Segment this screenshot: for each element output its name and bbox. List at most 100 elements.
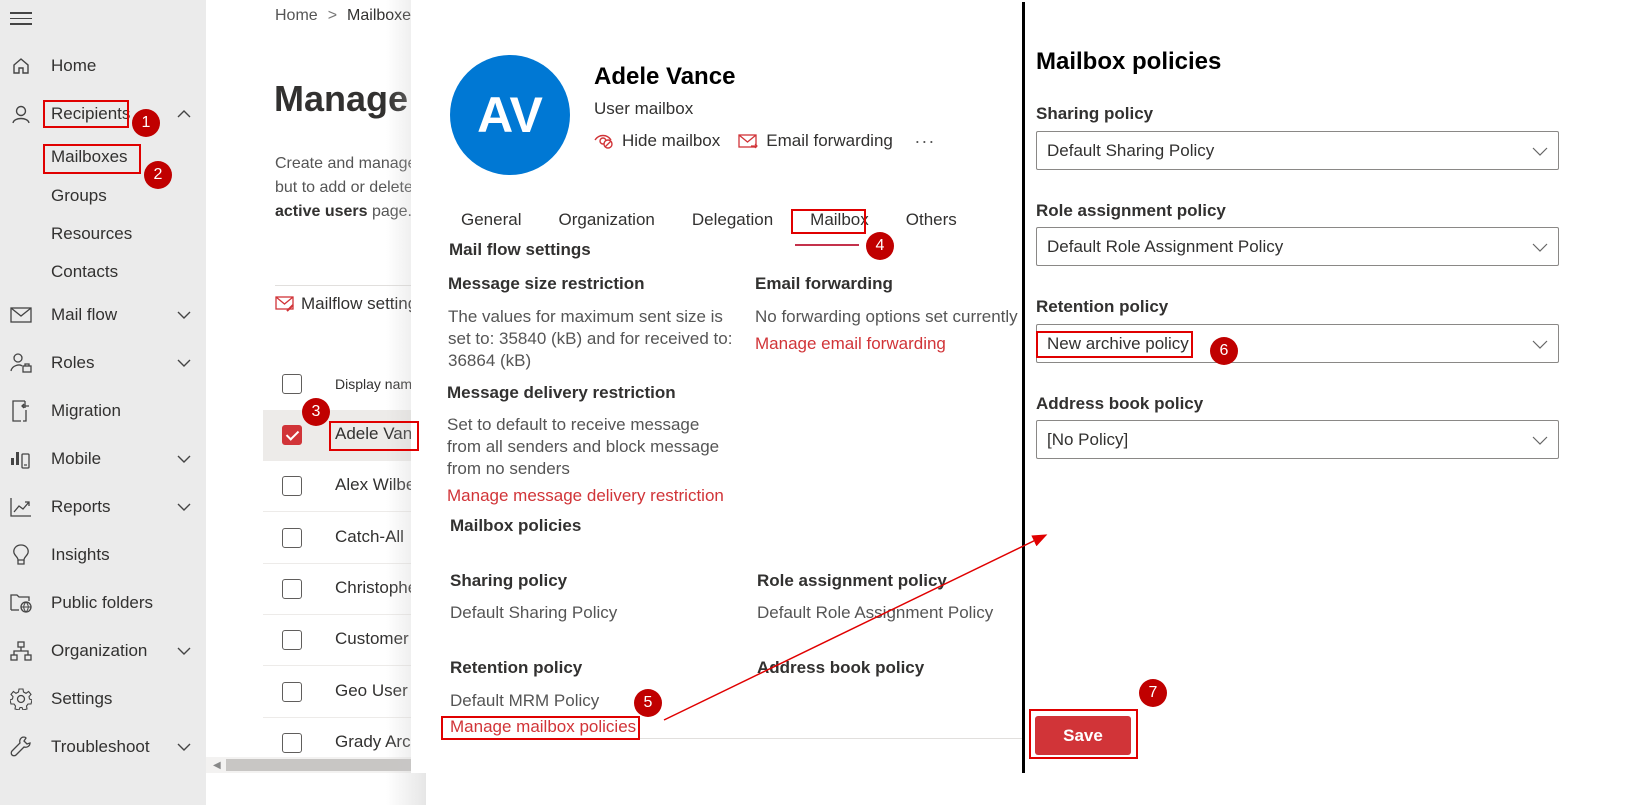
role-assignment-label: Role assignment policy	[757, 571, 947, 590]
chevron-down-icon	[1532, 436, 1548, 445]
row-checkbox[interactable]	[282, 425, 302, 445]
row-checkbox[interactable]	[282, 682, 302, 702]
user-name: Adele Vance	[594, 63, 736, 90]
retention-policy-dropdown[interactable]: New archive policy	[1036, 324, 1559, 363]
organization-icon	[10, 640, 32, 662]
step-badge-5: 5	[634, 689, 662, 717]
sidebar-subitem-groups[interactable]: Groups	[51, 186, 107, 206]
tab-others[interactable]: Others	[906, 210, 957, 230]
message-size-label: Message size restriction	[448, 274, 645, 293]
sharing-policy-dropdown[interactable]: Default Sharing Policy	[1036, 131, 1559, 170]
row-checkbox[interactable]	[282, 528, 302, 548]
address-book-label: Address book policy	[757, 658, 925, 677]
more-options-icon[interactable]: ...	[915, 127, 936, 148]
chevron-down-icon[interactable]	[176, 739, 192, 755]
chevron-down-icon[interactable]	[176, 355, 192, 371]
manage-message-delivery-link[interactable]: Manage message delivery restriction	[447, 486, 724, 506]
mobile-icon	[10, 448, 32, 470]
sidebar-item-label: Home	[51, 56, 97, 75]
sidebar-item-troubleshoot[interactable]: Troubleshoot	[0, 727, 206, 767]
sidebar-item-label: Troubleshoot	[51, 737, 150, 756]
sidebar: Home Recipients Mailboxes Groups Resourc…	[0, 0, 206, 805]
hide-icon	[594, 134, 613, 149]
public-folder-icon	[10, 592, 32, 614]
scroll-left-icon[interactable]: ◀	[213, 760, 221, 771]
mailbox-details-panel: AV Adele Vance User mailbox Hide mailbox…	[411, 0, 1024, 773]
row-checkbox[interactable]	[282, 579, 302, 599]
breadcrumb-home[interactable]: Home	[275, 7, 318, 24]
chevron-down-icon[interactable]	[176, 499, 192, 515]
breadcrumb-separator-icon: >	[327, 7, 338, 24]
mail-settings-icon	[275, 296, 294, 312]
email-forwarding-button[interactable]: Email forwarding	[738, 131, 893, 151]
retention-policy-label: Retention policy	[1036, 297, 1169, 316]
sidebar-item-label: Organization	[51, 641, 148, 660]
home-icon	[10, 55, 32, 77]
sidebar-item-mail-flow[interactable]: Mail flow	[0, 295, 206, 335]
tab-general[interactable]: General	[461, 210, 521, 230]
sharing-policy-label: Sharing policy	[1036, 104, 1154, 123]
user-type: User mailbox	[594, 99, 694, 118]
sidebar-item-label: Migration	[51, 401, 121, 420]
sidebar-item-public-folders[interactable]: Public folders	[0, 583, 206, 623]
sidebar-item-label: Public folders	[51, 593, 154, 612]
sidebar-item-insights[interactable]: Insights	[0, 535, 206, 575]
row-checkbox[interactable]	[282, 733, 302, 753]
role-assignment-value: Default Role Assignment Policy	[757, 603, 994, 622]
hide-mailbox-label: Hide mailbox	[622, 131, 721, 150]
sidebar-subitem-contacts[interactable]: Contacts	[51, 262, 118, 282]
sidebar-item-label: Recipients	[51, 104, 131, 123]
avatar: AV	[450, 55, 570, 175]
mail-icon	[10, 304, 32, 326]
email-forwarding-text: No forwarding options set currently	[755, 307, 1018, 326]
gear-icon	[10, 688, 32, 710]
person-icon	[10, 103, 32, 125]
chevron-down-icon[interactable]	[176, 643, 192, 659]
sidebar-item-recipients[interactable]: Recipients	[0, 94, 206, 134]
step-badge-6: 6	[1210, 337, 1238, 365]
chevron-down-icon[interactable]	[176, 451, 192, 467]
email-forwarding-label: Email forwarding	[766, 131, 893, 150]
sidebar-subitem-mailboxes[interactable]: Mailboxes	[51, 147, 128, 167]
sidebar-subitem-resources[interactable]: Resources	[51, 224, 132, 244]
active-tab-indicator	[795, 244, 859, 246]
manage-mailbox-policies-link[interactable]: Manage mailbox policies	[450, 717, 636, 737]
sidebar-item-mobile[interactable]: Mobile	[0, 439, 206, 479]
sidebar-item-reports[interactable]: Reports	[0, 487, 206, 527]
tab-delegation[interactable]: Delegation	[692, 210, 773, 230]
sidebar-item-migration[interactable]: Migration	[0, 391, 206, 431]
tab-list: General Organization Delegation Mailbox …	[461, 210, 994, 230]
row-checkbox[interactable]	[282, 476, 302, 496]
hamburger-menu-icon[interactable]	[10, 8, 32, 26]
save-button[interactable]: Save	[1035, 716, 1131, 755]
roles-icon	[10, 352, 32, 374]
select-all-checkbox[interactable]	[282, 374, 302, 394]
chevron-down-icon	[1532, 147, 1548, 156]
mailbox-policies-heading: Mailbox policies	[450, 516, 582, 535]
sidebar-item-organization[interactable]: Organization	[0, 631, 206, 671]
sidebar-item-roles[interactable]: Roles	[0, 343, 206, 383]
panel-actions: Hide mailbox Email forwarding ...	[594, 127, 936, 151]
mailbox-policies-panel: Mailbox policies Sharing policy Default …	[1025, 0, 1632, 805]
chevron-up-icon[interactable]	[176, 106, 192, 122]
sidebar-item-label: Mobile	[51, 449, 102, 468]
sidebar-item-home[interactable]: Home	[0, 46, 206, 86]
row-checkbox[interactable]	[282, 630, 302, 650]
step-badge-2: 2	[144, 161, 172, 189]
dropdown-value: Default Role Assignment Policy	[1047, 237, 1284, 256]
role-assignment-dropdown[interactable]: Default Role Assignment Policy	[1036, 227, 1559, 266]
chevron-down-icon[interactable]	[176, 307, 192, 323]
sidebar-item-label: Mail flow	[51, 305, 118, 324]
message-delivery-label: Message delivery restriction	[447, 383, 676, 402]
email-forwarding-label: Email forwarding	[755, 274, 893, 293]
tab-mailbox[interactable]: Mailbox	[810, 210, 869, 230]
tab-organization[interactable]: Organization	[558, 210, 654, 230]
address-book-policy-dropdown[interactable]: [No Policy]	[1036, 420, 1559, 459]
hide-mailbox-button[interactable]: Hide mailbox	[594, 131, 720, 151]
sidebar-item-settings[interactable]: Settings	[0, 679, 206, 719]
dropdown-value: Default Sharing Policy	[1047, 141, 1215, 160]
manage-email-forwarding-link[interactable]: Manage email forwarding	[755, 334, 946, 354]
mail-forward-icon	[738, 134, 759, 149]
sidebar-item-label: Roles	[51, 353, 95, 372]
wrench-icon	[10, 736, 32, 758]
